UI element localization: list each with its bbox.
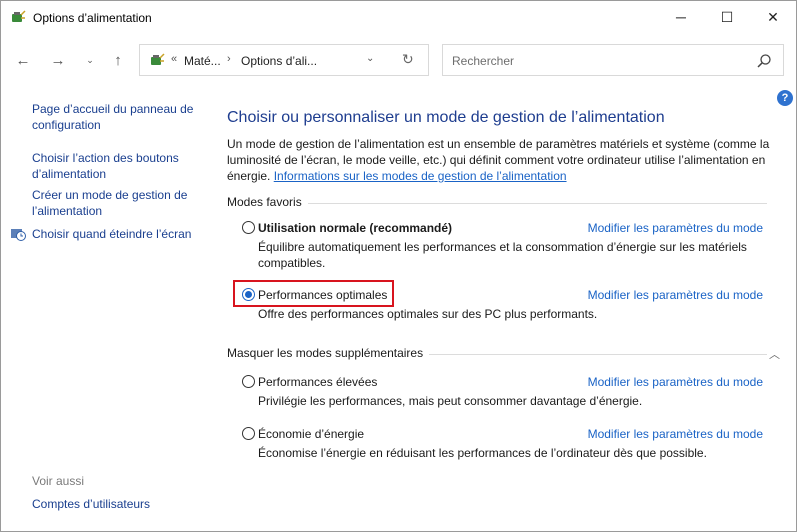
page-title: Choisir ou personnaliser un mode de gest… bbox=[227, 109, 665, 126]
plan-desc-balanced: Équilibre automatiquement les performanc… bbox=[258, 240, 747, 270]
forward-button[interactable]: → bbox=[48, 49, 68, 71]
plan-desc-high-performance: Privilégie les performances, mais peut c… bbox=[258, 394, 643, 408]
sidebar-item-user-accounts[interactable]: Comptes d’utilisateurs bbox=[32, 496, 212, 512]
address-dropdown-icon[interactable]: ⌄ bbox=[366, 53, 374, 64]
plan-radio-power-saver[interactable] bbox=[242, 427, 255, 440]
sidebar-item-control-panel-home[interactable]: Page d’accueil du panneau de configurati… bbox=[32, 101, 212, 133]
up-button[interactable]: ↑ bbox=[108, 49, 128, 71]
change-plan-settings-ultimate[interactable]: Modifier les paramètres du mode bbox=[588, 288, 763, 302]
plan-radio-high-performance[interactable] bbox=[242, 375, 255, 388]
favorites-heading: Modes favoris bbox=[227, 195, 308, 209]
power-options-window: Options d’alimentation ─ ☐ ✕ ← → ⌄ ↑ « M… bbox=[0, 0, 797, 532]
plan-name-high-performance[interactable]: Performances élevées bbox=[258, 375, 377, 389]
plan-name-ultimate[interactable]: Performances optimales bbox=[258, 288, 387, 302]
breadcrumb-hardware[interactable]: Maté... bbox=[184, 54, 221, 68]
see-also-heading: Voir aussi bbox=[32, 474, 85, 488]
change-plan-settings-high-performance[interactable]: Modifier les paramètres du mode bbox=[588, 375, 763, 389]
plan-desc-ultimate: Offre des performances optimales sur des… bbox=[258, 307, 598, 321]
section-divider bbox=[227, 203, 767, 204]
refresh-icon[interactable]: ↻ bbox=[402, 51, 414, 68]
change-plan-settings-balanced[interactable]: Modifier les paramètres du mode bbox=[588, 221, 763, 235]
search-box[interactable]: Rechercher bbox=[442, 44, 784, 76]
plan-name-power-saver[interactable]: Économie d’énergie bbox=[258, 427, 364, 441]
breadcrumb-separator[interactable]: › bbox=[227, 53, 231, 65]
navigation-bar: ← → ⌄ ↑ « Maté... › Options d’ali... ⌄ ↻… bbox=[1, 35, 796, 85]
main-content: Choisir ou personnaliser un mode de gest… bbox=[227, 85, 787, 525]
power-options-icon bbox=[12, 10, 26, 22]
back-button[interactable]: ← bbox=[13, 49, 33, 71]
plan-desc-power-saver: Économise l’énergie en réduisant les per… bbox=[258, 446, 707, 460]
maximize-button[interactable]: ☐ bbox=[704, 1, 750, 33]
search-input[interactable]: Rechercher bbox=[452, 54, 514, 68]
window-title: Options d’alimentation bbox=[33, 11, 152, 25]
sidebar-item-create-plan[interactable]: Créer un mode de gestion de l’alimentati… bbox=[32, 187, 212, 219]
minimize-button[interactable]: ─ bbox=[658, 1, 704, 33]
breadcrumb-overflow[interactable]: « bbox=[171, 53, 177, 65]
screen-clock-icon bbox=[11, 229, 26, 241]
title-bar: Options d’alimentation ─ ☐ ✕ bbox=[1, 1, 796, 33]
address-bar[interactable]: « Maté... › Options d’ali... ⌄ ↻ bbox=[139, 44, 429, 76]
plan-name-balanced[interactable]: Utilisation normale (recommandé) bbox=[258, 221, 452, 235]
plan-radio-ultimate[interactable] bbox=[242, 288, 255, 301]
page-description: Un mode de gestion de l’alimentation est… bbox=[227, 136, 783, 184]
recent-locations-button[interactable]: ⌄ bbox=[80, 49, 100, 71]
search-icon[interactable] bbox=[756, 53, 772, 69]
favorites-section: Modes favoris bbox=[227, 195, 787, 211]
extra-plans-heading[interactable]: Masquer les modes supplémentaires bbox=[227, 346, 430, 360]
control-panel-icon bbox=[151, 53, 165, 65]
chevron-up-icon[interactable]: ︿ bbox=[769, 346, 780, 362]
left-pane: Page d’accueil du panneau de configurati… bbox=[1, 85, 216, 525]
power-plans-info-link[interactable]: Informations sur les modes de gestion de… bbox=[274, 169, 567, 183]
sidebar-item-power-buttons[interactable]: Choisir l’action des boutons d’alimentat… bbox=[32, 150, 212, 182]
plan-radio-balanced[interactable] bbox=[242, 221, 255, 234]
sidebar-item-screen-off[interactable]: Choisir quand éteindre l’écran bbox=[32, 226, 212, 242]
breadcrumb-power-options[interactable]: Options d’ali... bbox=[241, 54, 317, 68]
change-plan-settings-power-saver[interactable]: Modifier les paramètres du mode bbox=[588, 427, 763, 441]
extra-plans-section: Masquer les modes supplémentaires ︿ bbox=[227, 346, 787, 362]
close-button[interactable]: ✕ bbox=[750, 1, 796, 33]
